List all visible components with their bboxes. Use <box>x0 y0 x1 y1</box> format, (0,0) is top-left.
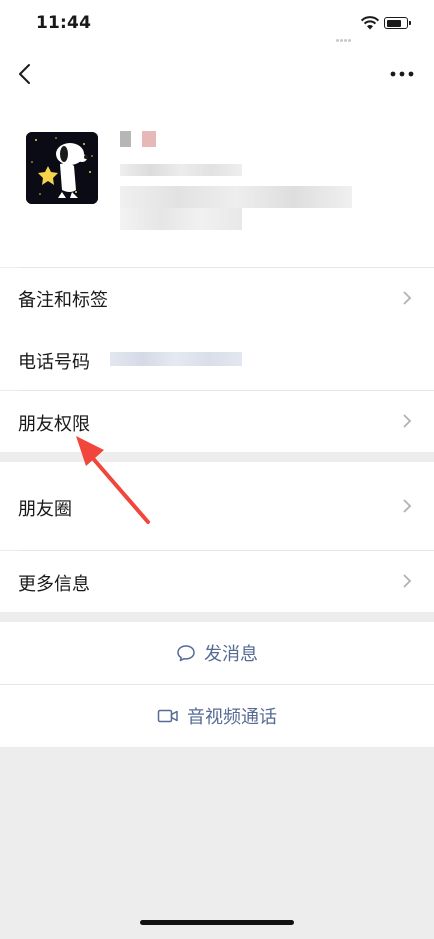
row-label: 电话号码 <box>18 352 90 373</box>
nav-bar <box>0 50 434 100</box>
section-gap <box>0 452 434 462</box>
row-moments[interactable]: 朋友圈 <box>0 462 434 550</box>
blurred-id <box>120 164 242 176</box>
send-message-label: 发消息 <box>204 644 258 665</box>
chevron-right-icon <box>403 291 412 305</box>
row-label: 朋友权限 <box>18 414 90 435</box>
snoopy-avatar-icon[interactable] <box>26 132 98 204</box>
profile-header <box>0 100 434 267</box>
chevron-right-icon <box>403 499 412 513</box>
home-indicator <box>140 920 294 925</box>
blurred-region <box>120 186 352 208</box>
blurred-name <box>120 131 131 147</box>
row-label: 朋友圈 <box>18 499 72 520</box>
section-gap <box>0 612 434 622</box>
chevron-left-icon[interactable] <box>14 62 38 86</box>
battery-icon <box>384 17 411 29</box>
video-camera-icon <box>157 709 178 723</box>
status-time: 11:44 <box>36 13 92 33</box>
video-call-button[interactable]: 音视频通话 <box>0 685 434 747</box>
row-remark-tags[interactable]: 备注和标签 <box>0 268 434 328</box>
video-call-label: 音视频通话 <box>187 707 277 728</box>
chevron-right-icon <box>403 574 412 588</box>
wifi-icon <box>360 16 380 30</box>
row-label: 备注和标签 <box>18 290 108 311</box>
blurred-phone <box>110 352 242 366</box>
row-more-info[interactable]: 更多信息 <box>0 551 434 612</box>
signal-dots-icon <box>336 27 356 42</box>
ellipsis-icon[interactable] <box>388 64 416 84</box>
chat-bubble-icon <box>177 645 195 662</box>
send-message-button[interactable]: 发消息 <box>0 622 434 684</box>
row-phone[interactable]: 电话号码 <box>0 328 434 390</box>
row-friend-permissions[interactable]: 朋友权限 <box>0 391 434 452</box>
status-bar: 11:44 <box>0 0 434 50</box>
chevron-right-icon <box>403 414 412 428</box>
row-label: 更多信息 <box>18 574 90 595</box>
